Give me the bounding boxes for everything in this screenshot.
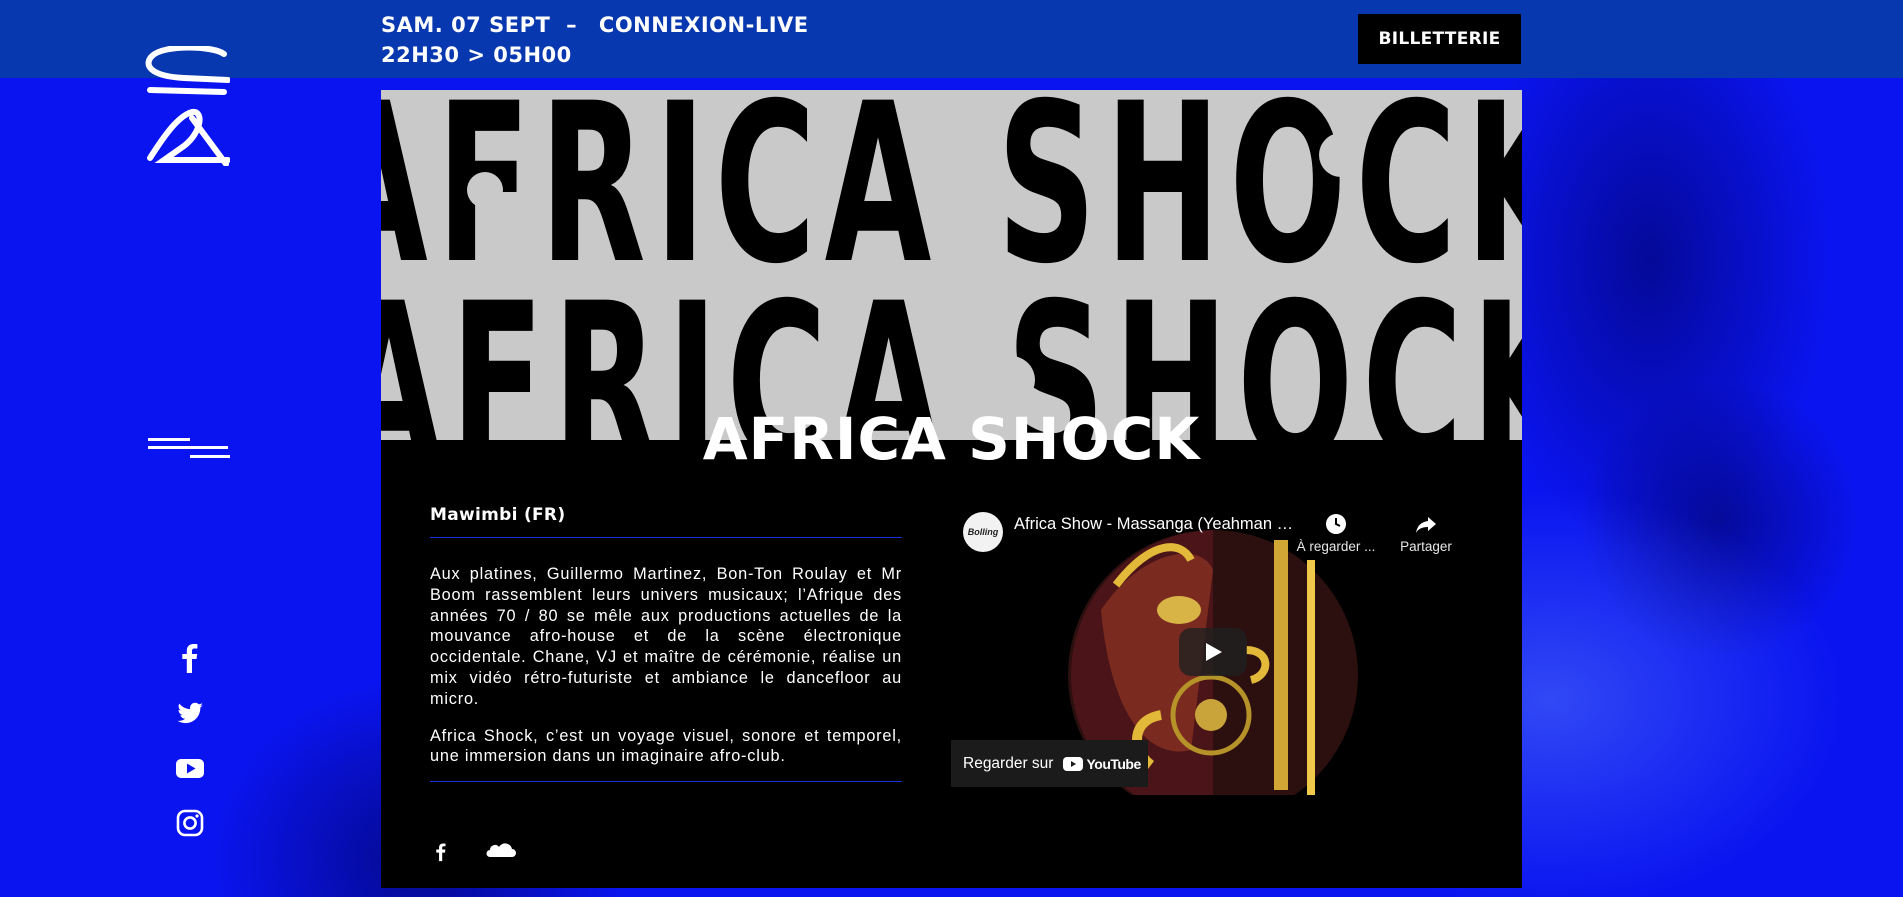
youtube-logo-icon xyxy=(1063,756,1084,771)
twitter-icon[interactable] xyxy=(172,695,208,731)
event-info: Mawimbi (FR) Aux platines, Guillermo Mar… xyxy=(430,500,902,782)
event-hours: 22H30 > 05H00 xyxy=(381,43,572,67)
event-description: Aux platines, Guillermo Martinez, Bon-To… xyxy=(430,538,902,781)
event-title: AFRICA SHOCK xyxy=(702,405,1201,473)
date-separator: – xyxy=(566,13,578,37)
share-icon xyxy=(1416,517,1436,533)
watch-on-label: Regarder sur xyxy=(963,754,1054,772)
hamburger-menu-icon[interactable] xyxy=(146,434,234,464)
clock-icon xyxy=(1326,514,1346,534)
facebook-icon[interactable] xyxy=(172,640,208,676)
description-paragraph: Africa Shock, c’est un voyage visuel, so… xyxy=(430,726,902,766)
watch-on-youtube-button[interactable]: Regarder sur YouTube xyxy=(951,740,1148,787)
share-label: Partager xyxy=(1400,539,1452,554)
hero-artwork: AFRICA SHOCK AFRICA SHOCK xyxy=(381,90,1522,440)
cx-logo[interactable] xyxy=(144,46,230,166)
artist-links xyxy=(430,840,546,864)
event-date-block: SAM. 07 SEPT – CONNEXION-LIVE 22H30 > 05… xyxy=(381,10,809,70)
sidebar-social-links xyxy=(172,640,208,860)
youtube-wordmark: YouTube xyxy=(1086,755,1141,772)
watch-later-label: À regarder ... xyxy=(1296,539,1376,554)
description-paragraph: Aux platines, Guillermo Martinez, Bon-To… xyxy=(430,565,902,708)
share-button[interactable]: Partager xyxy=(1391,512,1461,554)
event-card: AFRICA SHOCK AFRICA SHOCK AFRICA SHOCK M… xyxy=(381,90,1522,888)
play-button-icon[interactable] xyxy=(1179,628,1247,676)
event-venue: CONNEXION-LIVE xyxy=(598,13,809,37)
ticket-button[interactable]: BILLETTERIE xyxy=(1358,14,1521,64)
event-date: SAM. 07 SEPT xyxy=(381,13,551,37)
divider xyxy=(430,781,902,782)
video-title[interactable]: Africa Show - Massanga (Yeahman Remix) xyxy=(1014,515,1304,534)
youtube-embed[interactable]: Bolling Africa Show - Massanga (Yeahman … xyxy=(951,500,1476,795)
channel-avatar[interactable]: Bolling xyxy=(963,512,1003,552)
instagram-icon[interactable] xyxy=(172,805,208,841)
artist-name: Mawimbi (FR) xyxy=(430,505,566,525)
soundcloud-icon[interactable] xyxy=(486,842,517,862)
youtube-icon[interactable] xyxy=(172,750,208,786)
watch-later-button[interactable]: À regarder ... xyxy=(1296,512,1376,554)
top-bar xyxy=(0,0,1903,78)
facebook-icon[interactable] xyxy=(430,840,452,864)
